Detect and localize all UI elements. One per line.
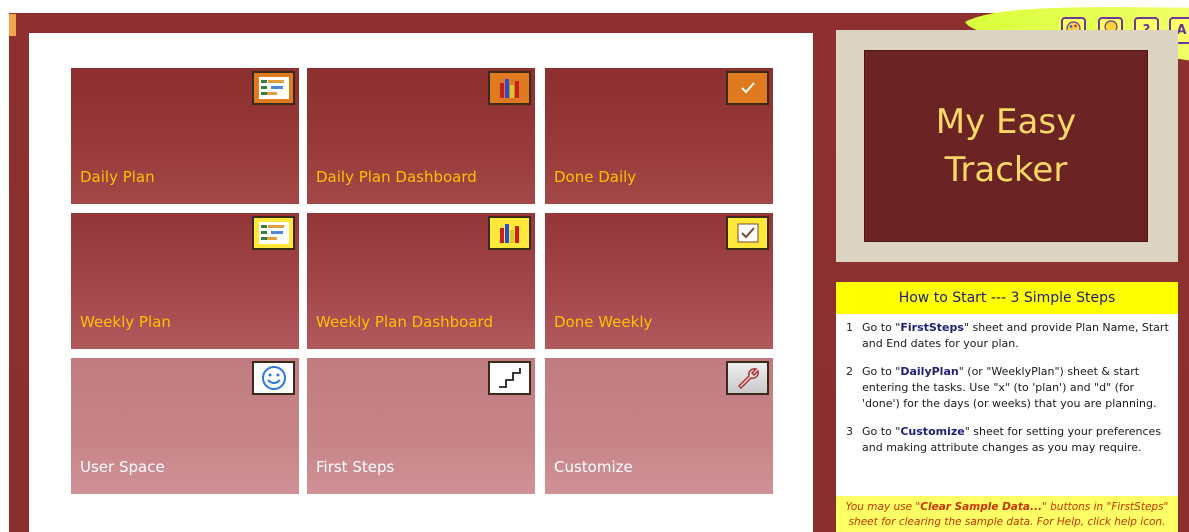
how-to-start-panel: How to Start --- 3 Simple Steps 1 Go to … (836, 282, 1178, 532)
stairs-icon (488, 361, 531, 395)
corner-accent (9, 14, 16, 36)
title-panel: My Easy Tracker (836, 30, 1178, 262)
step-number: 2 (846, 365, 853, 378)
tile-label: First Steps (316, 458, 395, 476)
app-title: My Easy Tracker (864, 50, 1148, 242)
tile-label: Done Daily (554, 168, 637, 186)
step-text-pre: Go to " (862, 321, 901, 334)
tile-label: Weekly Plan Dashboard (316, 313, 493, 331)
tile-daily-plan[interactable]: Daily Plan (71, 68, 299, 204)
tile-label: Customize (554, 458, 633, 476)
tile-label: Daily Plan (80, 168, 155, 186)
smiley-icon (252, 361, 295, 395)
tile-daily-plan-dashboard[interactable]: Daily Plan Dashboard (307, 68, 535, 204)
tile-weekly-plan[interactable]: Weekly Plan (71, 213, 299, 349)
app-title-line1: My Easy (935, 102, 1077, 142)
tile-user-space[interactable]: User Space (71, 358, 299, 494)
step-text-pre: Go to " (862, 425, 901, 438)
gantt-icon (252, 71, 295, 105)
step-number: 3 (846, 425, 853, 438)
step-sheet-name: FirstSteps (900, 321, 964, 334)
step-item: 2 Go to "DailyPlan" (or "WeeklyPlan") sh… (836, 364, 1178, 412)
step-item: 3 Go to "Customize" sheet for setting yo… (836, 424, 1178, 456)
note-text-pre: You may use " (845, 501, 921, 513)
note-button-name: Clear Sample Data... (920, 501, 1042, 513)
tile-customize[interactable]: Customize (545, 358, 773, 494)
tile-label: Weekly Plan (80, 313, 171, 331)
step-item: 1 Go to "FirstSteps" sheet and provide P… (836, 320, 1178, 352)
tile-done-weekly[interactable]: Done Weekly (545, 213, 773, 349)
step-sheet-name: DailyPlan (900, 365, 959, 378)
steps-note: You may use "Clear Sample Data..." butto… (836, 496, 1178, 532)
step-number: 1 (846, 321, 853, 334)
step-text-pre: Go to " (862, 365, 901, 378)
tile-first-steps[interactable]: First Steps (307, 358, 535, 494)
tile-label: Daily Plan Dashboard (316, 168, 477, 186)
checkmark-icon (726, 71, 769, 105)
tile-label: Done Weekly (554, 313, 653, 331)
bar-chart-icon (488, 216, 531, 250)
bar-chart-icon (488, 71, 531, 105)
wrench-icon (726, 361, 769, 395)
checkmark-icon (726, 216, 769, 250)
navigation-panel: Daily Plan Daily Plan Dashboard Done Dai… (29, 33, 813, 532)
tile-weekly-plan-dashboard[interactable]: Weekly Plan Dashboard (307, 213, 535, 349)
tile-label: User Space (80, 458, 165, 476)
step-sheet-name: Customize (900, 425, 965, 438)
steps-heading: How to Start --- 3 Simple Steps (836, 282, 1178, 314)
gantt-icon (252, 216, 295, 250)
app-title-line2: Tracker (944, 150, 1068, 190)
tile-done-daily[interactable]: Done Daily (545, 68, 773, 204)
